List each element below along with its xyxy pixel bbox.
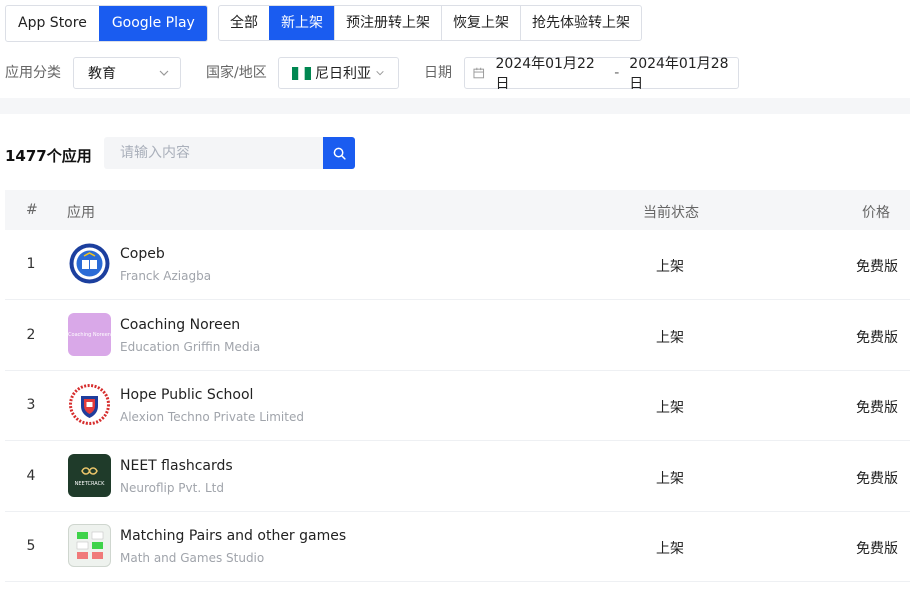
app-price: 免费版 — [856, 471, 898, 487]
nigeria-flag-icon — [292, 66, 311, 80]
neetcrack-logo-icon[interactable]: NEETCRACK — [68, 454, 111, 497]
date-label: 日期 — [424, 65, 452, 81]
row-number: 3 — [26, 397, 36, 413]
search-icon — [333, 147, 346, 160]
date-range-picker[interactable]: 2024年01月22日 - 2024年01月28日 — [464, 56, 739, 92]
app-developer: Franck Aziagba — [120, 269, 212, 283]
category-select[interactable]: 教育 — [73, 57, 181, 89]
search-button[interactable] — [323, 137, 355, 169]
table-row[interactable]: 4 NEETCRACK NEET flashcards Neuroflip Pv… — [5, 442, 910, 512]
store-selector: App Store Google Play — [5, 5, 208, 42]
status-selector: 全部 新上架 预注册转上架 恢复上架 抢先体验转上架 — [218, 5, 642, 41]
coaching-noreen-logo-text: Coaching Noreen — [68, 331, 111, 338]
matching-pairs-logo-icon[interactable] — [68, 524, 111, 567]
country-select[interactable]: 尼日利亚 — [278, 57, 399, 89]
date-separator: - — [614, 65, 620, 81]
header-app: 应用 — [67, 205, 95, 221]
section-divider — [0, 98, 910, 114]
table-header: # 应用 当前状态 价格 — [5, 190, 910, 230]
date-start[interactable]: 2024年01月22日 — [496, 53, 605, 93]
app-name[interactable]: Coaching Noreen — [120, 317, 240, 333]
row-number: 2 — [26, 327, 36, 343]
app-name[interactable]: Matching Pairs and other games — [120, 528, 346, 544]
search-input[interactable] — [104, 137, 324, 169]
filter-panel: App Store Google Play 全部 新上架 预注册转上架 恢复上架… — [0, 0, 910, 98]
app-name[interactable]: Hope Public School — [120, 387, 253, 403]
table-row[interactable]: 3 Hope Public School Alexion Techno Priv… — [5, 371, 910, 441]
app-name[interactable]: NEET flashcards — [120, 458, 233, 474]
country-label: 国家/地区 — [206, 65, 267, 81]
hope-school-crest-icon[interactable] — [68, 383, 111, 426]
tab-relisted[interactable]: 恢复上架 — [441, 6, 520, 40]
table-row[interactable]: 5 Matching Pairs and other games Math an… — [5, 512, 910, 582]
neetcrack-logo-text: NEETCRACK — [74, 481, 105, 487]
app-price: 免费版 — [856, 259, 898, 275]
app-developer: Neuroflip Pvt. Ltd — [120, 481, 224, 495]
result-count: 1477个应用 — [5, 147, 92, 165]
app-state: 上架 — [656, 541, 684, 557]
category-value: 教育 — [88, 66, 116, 82]
coaching-noreen-logo-icon[interactable]: Coaching Noreen — [68, 313, 111, 356]
tab-new-listing[interactable]: 新上架 — [269, 6, 334, 40]
chevron-down-icon — [159, 70, 169, 76]
header-price[interactable]: 价格 — [862, 202, 890, 222]
app-price: 免费版 — [856, 330, 898, 346]
app-state: 上架 — [656, 471, 684, 487]
app-state: 上架 — [656, 400, 684, 416]
header-num: # — [26, 202, 38, 218]
table-row[interactable]: 1 Copeb Franck Aziagba 上架 免费版 — [5, 230, 910, 300]
app-developer: Education Griffin Media — [120, 340, 261, 354]
tab-google-play[interactable]: Google Play — [98, 6, 207, 41]
header-state[interactable]: 当前状态 — [643, 202, 699, 222]
tab-all[interactable]: 全部 — [219, 6, 269, 40]
tab-preregister-to-listed[interactable]: 预注册转上架 — [334, 6, 441, 40]
row-number: 5 — [26, 538, 36, 554]
app-state: 上架 — [656, 259, 684, 275]
row-number: 4 — [26, 468, 36, 484]
app-developer: Math and Games Studio — [120, 551, 265, 565]
copeb-logo-icon[interactable] — [68, 242, 111, 285]
app-name[interactable]: Copeb — [120, 246, 165, 262]
app-price: 免费版 — [856, 541, 898, 557]
date-end[interactable]: 2024年01月28日 — [629, 53, 738, 93]
app-developer: Alexion Techno Private Limited — [120, 410, 304, 424]
country-value: 尼日利亚 — [315, 66, 371, 82]
category-label: 应用分类 — [5, 65, 61, 81]
calendar-icon — [473, 67, 485, 79]
tab-early-access-to-listed[interactable]: 抢先体验转上架 — [520, 6, 641, 40]
row-number: 1 — [26, 256, 36, 272]
app-price: 免费版 — [856, 400, 898, 416]
table-row[interactable]: 2 Coaching Noreen Coaching Noreen Educat… — [5, 301, 910, 371]
tab-app-store[interactable]: App Store — [6, 6, 99, 41]
app-state: 上架 — [656, 330, 684, 346]
chevron-down-icon — [376, 70, 384, 76]
